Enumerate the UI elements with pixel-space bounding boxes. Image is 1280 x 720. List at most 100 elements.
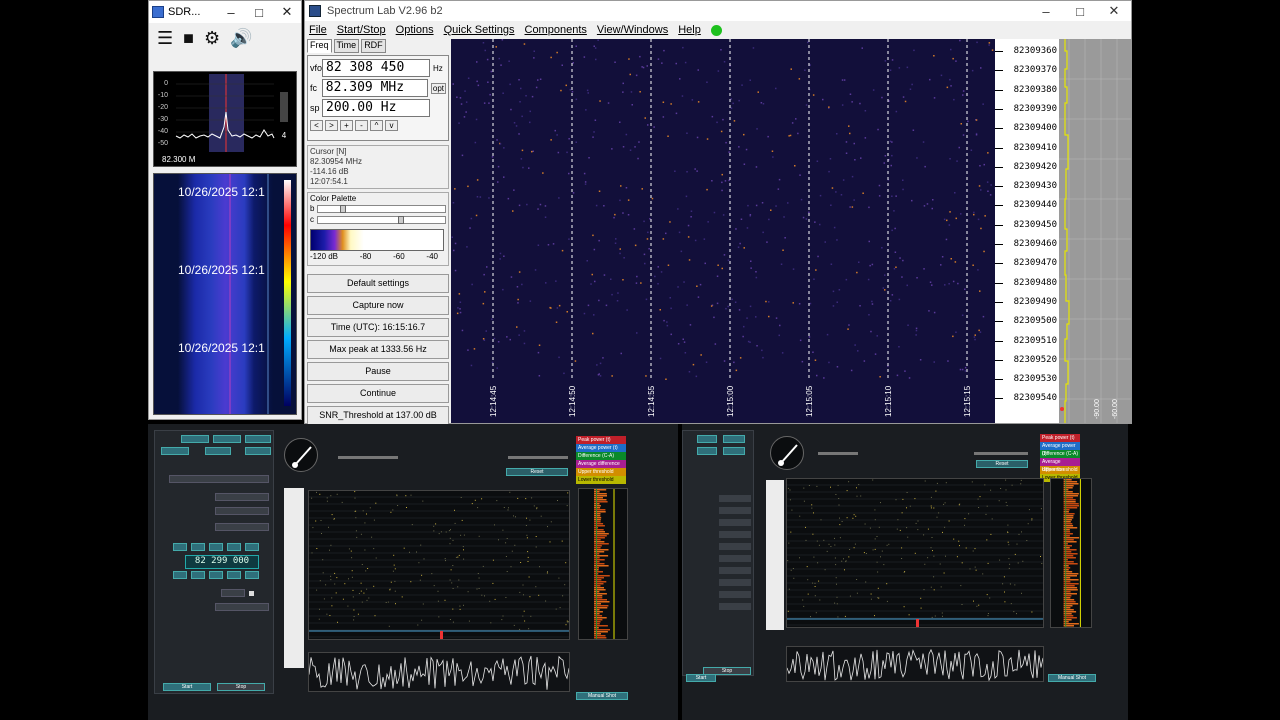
manual-shot-button[interactable]: Manual Shot — [576, 692, 628, 700]
sdr-axis-label: -50 — [158, 140, 168, 147]
step-right-button[interactable]: > — [325, 120, 338, 131]
tune-plus-10k-button[interactable] — [227, 543, 241, 551]
step-plus-button[interactable]: + — [340, 120, 353, 131]
spectrumlab-waterfall[interactable]: 12:14:45 12:14:50 12:14:55 12:15:00 12:15:05… — [451, 39, 995, 423]
tune-plus-10m-button[interactable] — [173, 543, 187, 551]
sdr-waterfall[interactable]: 10/26/2025 12:1 10/26/2025 12:1 10/26/20… — [153, 173, 297, 415]
bottom-left-power-plot[interactable] — [578, 488, 628, 640]
bottom-right-power-plot[interactable] — [1050, 478, 1092, 628]
tune-minus-1m-button[interactable] — [191, 571, 205, 579]
open-button[interactable] — [181, 435, 209, 443]
tune-minus-100k-button[interactable] — [209, 571, 223, 579]
manual-shot-button[interactable]: Manual Shot — [1048, 674, 1096, 682]
tune-minus-1k-button[interactable] — [245, 571, 259, 579]
minimize-icon[interactable]: – — [1029, 4, 1063, 19]
maximize-icon[interactable]: □ — [245, 5, 273, 20]
tune-plus-100k-button[interactable] — [209, 543, 223, 551]
start-button[interactable]: Start — [686, 674, 716, 682]
menu-start-stop[interactable]: Start/Stop — [337, 24, 386, 36]
brightness-thumb[interactable] — [340, 204, 347, 213]
fc-field[interactable]: 82.309 MHz — [321, 79, 428, 97]
sdr-axis-label: -10 — [158, 92, 168, 99]
power-plot[interactable]: -90.00 -60.00 — [1059, 39, 1131, 423]
bottom-left-waterfall[interactable] — [308, 490, 570, 640]
about-button[interactable] — [161, 447, 189, 455]
sp-field[interactable]: 200.00 Hz — [322, 99, 430, 117]
meteor-detector-window-left: 82 299 000 Start Stop Reset Peak power (… — [148, 424, 678, 720]
brightness-track[interactable] — [317, 204, 446, 213]
tune-minus-10k-button[interactable] — [227, 571, 241, 579]
quit-button[interactable] — [245, 447, 271, 455]
save-as-button[interactable] — [723, 435, 745, 443]
freq-offset-slider[interactable] — [974, 452, 1028, 455]
tuning-range-select[interactable] — [215, 523, 269, 531]
device-select[interactable] — [169, 475, 269, 483]
bottom-right-waterfall[interactable] — [786, 478, 1044, 628]
save-button[interactable] — [697, 435, 717, 443]
spectrumlab-titlebar[interactable]: Spectrum Lab V2.96 b2 – □ ✕ — [305, 1, 1131, 21]
menu-components[interactable]: Components — [525, 24, 587, 36]
quit-button[interactable] — [723, 447, 745, 455]
acquisition-fields[interactable] — [719, 495, 751, 615]
tune-minus-10m-button[interactable] — [173, 571, 187, 579]
step-minus-button[interactable]: - — [355, 120, 368, 131]
color-palette: Color Palette b c -120 dB -80 -60 -40 — [307, 192, 449, 266]
step-left-button[interactable]: < — [310, 120, 323, 131]
pause-button[interactable]: Pause — [307, 362, 449, 381]
bottom-right-signal-plot[interactable] — [786, 646, 1044, 682]
tune-plus-1m-button[interactable] — [191, 543, 205, 551]
menu-help[interactable]: Help — [678, 24, 701, 36]
close-icon[interactable]: ✕ — [273, 4, 301, 20]
freq-zoom-slider[interactable] — [818, 452, 858, 455]
tab-rdf[interactable]: RDF — [361, 39, 386, 53]
contrast-track[interactable] — [317, 215, 446, 224]
sample-rate-select[interactable] — [215, 507, 269, 515]
maximize-icon[interactable]: □ — [1063, 4, 1097, 19]
menu-view-windows[interactable]: View/Windows — [597, 24, 668, 36]
freq-offset-slider[interactable] — [508, 456, 568, 459]
contrast-thumb[interactable] — [398, 215, 404, 224]
agc-checkbox[interactable] — [249, 591, 254, 596]
menu-quick-settings[interactable]: Quick Settings — [444, 24, 515, 36]
minimize-icon[interactable]: – — [217, 5, 245, 20]
contrast-slider[interactable]: c — [310, 214, 446, 225]
fc-opt-button[interactable]: opt — [430, 82, 446, 94]
menu-file[interactable]: File — [309, 24, 327, 36]
sdr-titlebar[interactable]: SDR... – □ ✕ — [149, 1, 301, 23]
bottom-left-signal-plot[interactable] — [308, 652, 570, 692]
vfo-field[interactable]: 82 308 450 — [322, 59, 430, 77]
stop-icon[interactable]: ■ — [183, 28, 194, 49]
close-icon[interactable]: ✕ — [1097, 3, 1131, 19]
tab-time[interactable]: Time — [333, 39, 360, 53]
volume-icon[interactable]: 🔊 — [230, 28, 252, 49]
brightness-slider[interactable]: b — [310, 203, 446, 214]
help-button[interactable] — [205, 447, 231, 455]
tab-freq[interactable]: Freq — [307, 39, 332, 53]
save-button[interactable] — [213, 435, 241, 443]
tune-plus-1k-button[interactable] — [245, 543, 259, 551]
start-button[interactable]: Start — [163, 683, 211, 691]
stop-button[interactable]: Stop — [217, 683, 265, 691]
sdr-spectrum-display[interactable]: 0 -10 -20 -30 -40 -50 4 82.300 M — [153, 71, 297, 167]
step-down-button[interactable]: v — [385, 120, 398, 131]
rf-gain-field[interactable] — [221, 589, 245, 597]
hamburger-menu-icon[interactable]: ☰ — [157, 28, 173, 49]
gear-icon[interactable]: ⚙ — [204, 28, 220, 49]
step-up-button[interactable]: ^ — [370, 120, 383, 131]
sample-rate-range-select[interactable] — [215, 493, 269, 501]
help-button[interactable] — [697, 447, 717, 455]
capture-now-button[interactable]: Capture now — [307, 296, 449, 315]
tuned-frequency-display[interactable]: 82 299 000 — [185, 555, 259, 569]
error-compensation-field[interactable] — [215, 603, 269, 611]
menu-options[interactable]: Options — [396, 24, 434, 36]
frequency-label: 82309490 — [1013, 296, 1057, 307]
save-as-button[interactable] — [245, 435, 271, 443]
sdr-level-bar[interactable] — [280, 92, 288, 122]
spectrumlab-waterfall-svg: 12:14:45 12:14:50 12:14:55 12:15:00 12:15:05… — [451, 39, 995, 417]
freq-zoom-slider[interactable] — [338, 456, 398, 459]
frequency-label: 82309440 — [1013, 200, 1057, 211]
reset-button[interactable]: Reset — [506, 468, 568, 476]
continue-button[interactable]: Continue — [307, 384, 449, 403]
reset-button[interactable]: Reset — [976, 460, 1028, 468]
default-settings-button[interactable]: Default settings — [307, 274, 449, 293]
